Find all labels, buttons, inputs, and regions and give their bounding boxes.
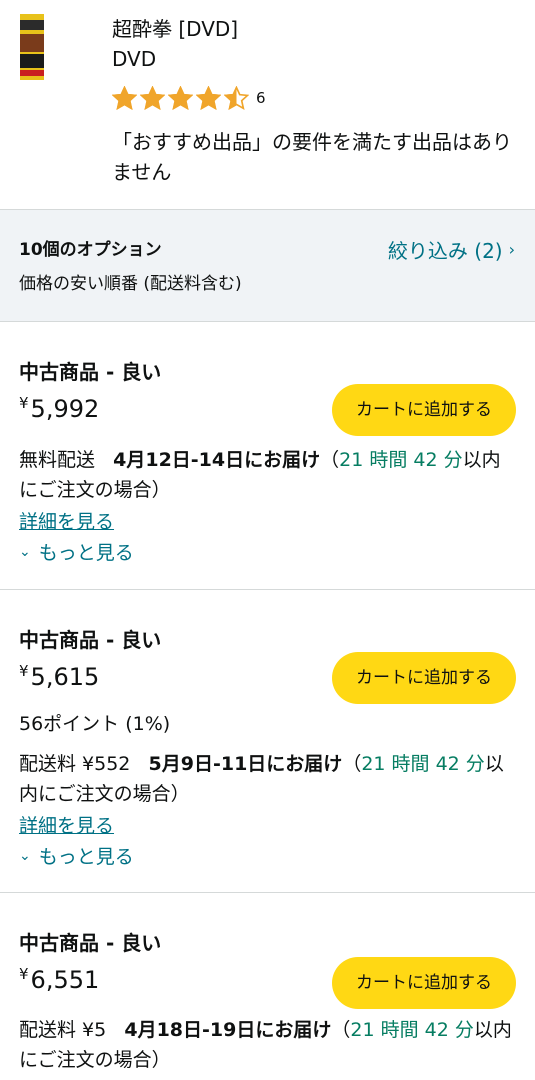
product-format: DVD — [112, 47, 157, 71]
product-title[interactable]: 超酔拳 [DVD] — [112, 16, 238, 42]
see-more-label: もっと見る — [38, 846, 134, 868]
see-more-toggle[interactable]: ⌄ もっと見る — [19, 842, 134, 869]
star-full-icon — [168, 85, 193, 110]
countdown-open: （ — [320, 449, 340, 471]
details-link[interactable]: 詳細を見る — [19, 811, 114, 841]
delivery-info: 配送料 ¥552 5月9日-11日にお届け（21 時間 42 分以内にご注文の場… — [19, 749, 519, 809]
delivery-date: 4月18日-19日にお届け — [124, 1019, 332, 1041]
product-header: 超酔拳 [DVD] DVD 6 「おすすめ出品」の要件を満たす出品はありません — [0, 0, 535, 210]
star-half-icon — [224, 85, 249, 110]
offer-condition: 中古商品 - 良い — [19, 628, 162, 652]
chevron-down-icon: ⌄ — [19, 847, 31, 864]
offer-price: ¥5,615 — [19, 662, 99, 691]
star-full-icon — [112, 85, 137, 110]
price-value: 5,615 — [30, 663, 100, 691]
order-countdown: 21 時間 42 分 — [361, 753, 485, 775]
offer-condition: 中古商品 - 良い — [19, 360, 162, 384]
offer-card: 中古商品 - 良い ¥5,615 カートに追加する 56ポイント (1%) 配送… — [0, 590, 535, 893]
sort-order-label: 価格の安い順番 (配送料含む) — [19, 274, 242, 294]
star-full-icon — [140, 85, 165, 110]
thumbnail-art — [20, 34, 44, 52]
currency-symbol: ¥ — [19, 394, 29, 412]
see-more-toggle[interactable]: ⌄ もっと見る — [19, 538, 134, 565]
filter-label: 絞り込み (2) — [387, 239, 503, 263]
price-value: 5,992 — [30, 395, 100, 423]
add-to-cart-button[interactable]: カートに追加する — [332, 957, 516, 1009]
currency-symbol: ¥ — [19, 965, 29, 983]
filter-button[interactable]: 絞り込み (2) › — [388, 235, 515, 264]
offer-price: ¥5,992 — [19, 394, 99, 423]
star-full-icon — [196, 85, 221, 110]
details-link[interactable]: 詳細を見る — [19, 507, 114, 537]
rating-count: 6 — [256, 89, 266, 107]
thumbnail-art — [20, 20, 44, 30]
chevron-down-icon: ⌄ — [19, 543, 31, 560]
chevron-right-icon: › — [508, 240, 515, 259]
thumbnail-art — [20, 70, 44, 76]
add-to-cart-button[interactable]: カートに追加する — [332, 652, 516, 704]
see-more-label: もっと見る — [38, 542, 134, 564]
delivery-date: 4月12日-14日にお届け — [113, 449, 321, 471]
thumbnail-art — [20, 54, 44, 68]
delivery-date: 5月9日-11日にお届け — [148, 753, 343, 775]
rating-stars — [112, 85, 252, 111]
options-bar — [0, 210, 535, 322]
shipping-fee: 配送料 ¥5 — [19, 1019, 107, 1041]
delivery-info: 配送料 ¥5 4月18日-19日にお届け（21 時間 42 分以内にご注文の場合… — [19, 1015, 519, 1075]
shipping-fee: 無料配送 — [19, 449, 96, 471]
offer-condition: 中古商品 - 良い — [19, 931, 162, 955]
order-countdown: 21 時間 42 分 — [339, 449, 463, 471]
offer-card: 中古商品 - 良い ¥5,992 カートに追加する 無料配送 4月12日-14日… — [0, 322, 535, 590]
no-featured-offer-message: 「おすすめ出品」の要件を満たす出品はありません — [112, 130, 512, 184]
offer-price: ¥6,551 — [19, 965, 99, 994]
countdown-open: （ — [342, 753, 362, 775]
add-to-cart-button[interactable]: カートに追加する — [332, 384, 516, 436]
options-count: 10個のオプション — [19, 240, 162, 260]
price-value: 6,551 — [30, 966, 100, 994]
offer-card: 中古商品 - 良い ¥6,551 カートに追加する 配送料 ¥5 4月18日-1… — [0, 893, 535, 1080]
currency-symbol: ¥ — [19, 662, 29, 680]
order-countdown: 21 時間 42 分 — [350, 1019, 474, 1041]
shipping-fee: 配送料 ¥552 — [19, 753, 131, 775]
delivery-info: 無料配送 4月12日-14日にお届け（21 時間 42 分以内にご注文の場合） — [19, 445, 519, 505]
product-rating[interactable]: 6 — [112, 84, 266, 112]
points-info: 56ポイント (1%) — [19, 713, 171, 735]
countdown-open: （ — [331, 1019, 351, 1041]
product-thumbnail[interactable] — [20, 14, 44, 80]
